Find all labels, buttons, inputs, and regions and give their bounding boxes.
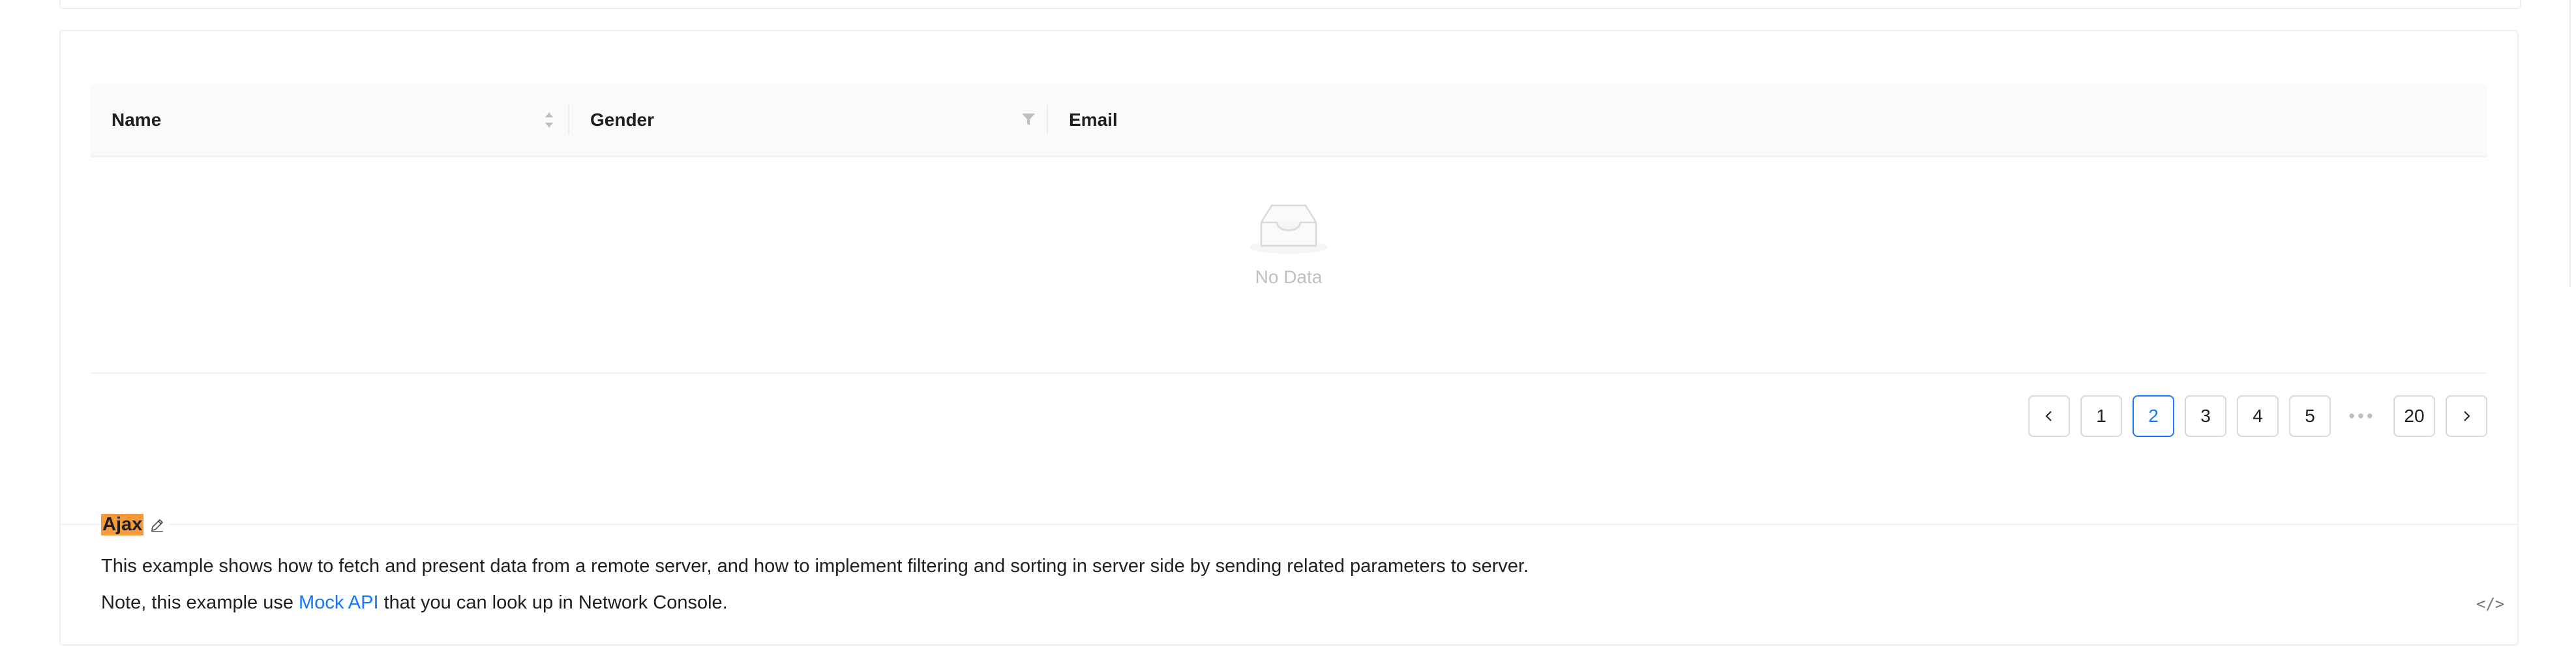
pagination: 1 2 3 4 5 ••• 20 <box>2028 395 2487 437</box>
table-body: No Data <box>91 157 2487 374</box>
column-header-label: Name <box>112 110 162 130</box>
chevron-left-icon <box>2045 411 2052 421</box>
previous-card-edge <box>59 0 2521 9</box>
table-header: Name Gender Email <box>91 84 2487 157</box>
demo-note: Note, this example use Mock API that you… <box>101 592 728 614</box>
code-expand-icon[interactable]: </> <box>2476 595 2504 613</box>
filter-icon[interactable] <box>1021 112 1036 127</box>
empty-state: No Data <box>91 200 2487 288</box>
pagination-page-2-current[interactable]: 2 <box>2133 395 2174 437</box>
pagination-page-3[interactable]: 3 <box>2185 395 2226 437</box>
empty-inbox-icon <box>1250 204 1328 254</box>
page-scrollbar[interactable] <box>2569 0 2571 287</box>
demo-description: This example shows how to fetch and pres… <box>101 556 1529 577</box>
data-table: Name Gender Email No Data <box>91 84 2487 374</box>
column-header-name[interactable]: Name <box>91 84 569 156</box>
sort-icon[interactable] <box>543 110 555 130</box>
demo-note-prefix: Note, this example use <box>101 592 299 613</box>
pagination-page-last[interactable]: 20 <box>2393 395 2435 437</box>
chevron-right-icon <box>2464 411 2470 421</box>
demo-title-text[interactable]: Ajax <box>101 514 144 535</box>
demo-note-suffix: that you can look up in Network Console. <box>378 592 728 613</box>
column-header-label: Gender <box>590 110 655 130</box>
mock-api-link[interactable]: Mock API <box>299 592 379 613</box>
edit-icon[interactable] <box>149 517 166 534</box>
pagination-page-5[interactable]: 5 <box>2289 395 2331 437</box>
column-header-label: Email <box>1069 110 1118 130</box>
pagination-next-button[interactable] <box>2446 395 2487 437</box>
column-header-email: Email <box>1048 84 2487 156</box>
page: Name Gender Email No Data 1 2 3 4 5 ••• … <box>0 0 2576 647</box>
pagination-page-4[interactable]: 4 <box>2237 395 2279 437</box>
pagination-prev-button[interactable] <box>2028 395 2070 437</box>
meta-divider <box>59 524 2519 525</box>
pagination-page-1[interactable]: 1 <box>2080 395 2122 437</box>
pagination-jump-next[interactable]: ••• <box>2341 395 2383 437</box>
empty-text: No Data <box>1255 267 1323 287</box>
demo-title: Ajax <box>101 514 170 535</box>
column-header-gender[interactable]: Gender <box>569 84 1048 156</box>
